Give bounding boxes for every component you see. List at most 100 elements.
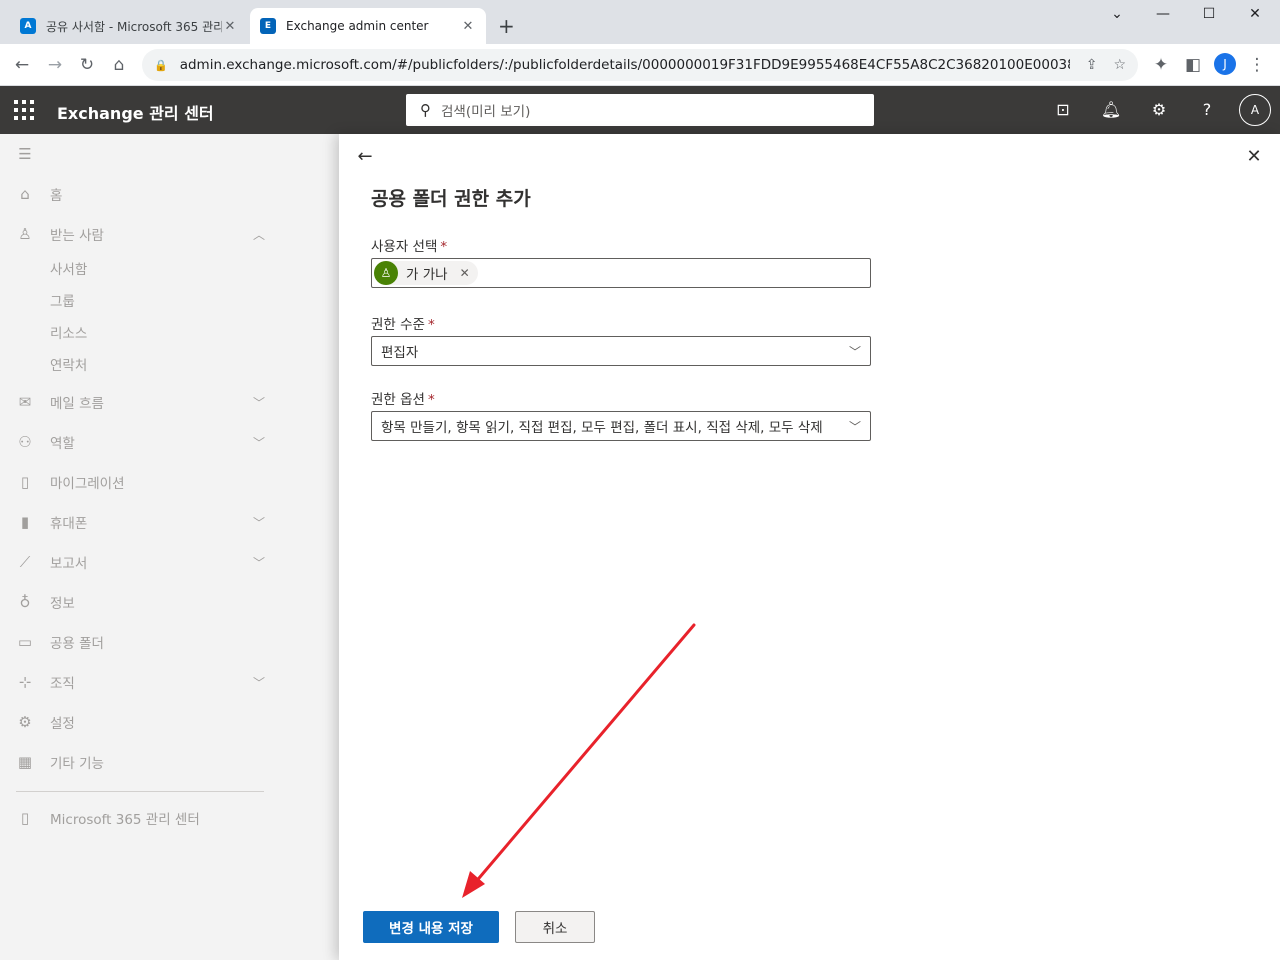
public-folder-icon: ▭ bbox=[17, 633, 33, 651]
app-header: Exchange 관리 센터 ⚲ 검색(미리 보기) ⊡ 🔔︎ ⚙ ? A bbox=[0, 86, 1280, 134]
nav-item-other-features[interactable]: ▦ 기타 기능 bbox=[0, 742, 281, 782]
nav-subitem-resources[interactable]: 리소스 bbox=[50, 318, 87, 350]
nav-item-label: 정보 bbox=[50, 596, 75, 612]
required-marker: * bbox=[427, 317, 435, 333]
close-panel-icon[interactable]: ✕ bbox=[1242, 146, 1266, 170]
back-arrow-icon[interactable]: ← bbox=[353, 146, 377, 170]
nav-item-organization[interactable]: ⊹ 조직 ﹀ bbox=[0, 662, 281, 702]
chevron-down-icon: ﹀ bbox=[252, 555, 265, 570]
maximize-icon[interactable]: ☐ bbox=[1186, 6, 1232, 22]
nav-item-label: 기타 기능 bbox=[50, 756, 104, 772]
tab-title: 공유 사서함 - Microsoft 365 관리 bbox=[46, 19, 222, 34]
help-icon[interactable]: ? bbox=[1195, 98, 1219, 122]
cancel-button[interactable]: 취소 bbox=[515, 911, 595, 943]
selected-user-chip[interactable]: ♙ 가 가나 ✕ bbox=[374, 261, 478, 285]
user-select-label: 사용자 선택 * bbox=[371, 235, 447, 255]
nav-item-recipients[interactable]: ♙ 받는 사람 ︿ bbox=[0, 214, 281, 254]
nav-item-label: 메일 흐름 bbox=[50, 396, 104, 412]
share-icon[interactable]: ⇪ bbox=[1086, 57, 1098, 73]
nav-item-m365-admin-center[interactable]: ▯ Microsoft 365 관리 센터 bbox=[0, 798, 281, 838]
permission-level-dropdown[interactable]: 편집자 ﹀ bbox=[371, 336, 871, 366]
mobile-icon: ▮ bbox=[20, 513, 30, 531]
home-icon[interactable]: ⌂ bbox=[108, 54, 130, 76]
nav-item-settings[interactable]: ⚙ 설정 bbox=[0, 702, 281, 742]
user-picker-input[interactable]: ♙ 가 가나 ✕ bbox=[371, 258, 871, 288]
migration-icon: ▯ bbox=[20, 473, 30, 491]
required-marker: * bbox=[440, 239, 448, 255]
panel-title: 공용 폴더 권한 추가 bbox=[371, 188, 531, 210]
url-text: admin.exchange.microsoft.com/#/publicfol… bbox=[179, 57, 1070, 73]
app-title[interactable]: Exchange 관리 센터 bbox=[57, 100, 214, 124]
nav-item-label: Microsoft 365 관리 센터 bbox=[50, 812, 200, 828]
permission-level-label: 권한 수준 * bbox=[371, 313, 435, 333]
search-input[interactable]: ⚲ 검색(미리 보기) bbox=[406, 94, 874, 126]
permission-options-dropdown[interactable]: 항목 만들기, 항목 읽기, 직접 편집, 모두 편집, 폴더 표시, 직접 삭… bbox=[371, 411, 871, 441]
nav-item-label: 마이그레이션 bbox=[50, 476, 125, 492]
forward-icon[interactable]: → bbox=[44, 54, 66, 76]
cloud-shell-icon[interactable]: ⊡ bbox=[1051, 98, 1075, 122]
browser-tab-bar: A 공유 사서함 - Microsoft 365 관리 ✕ E Exchange… bbox=[0, 0, 1280, 44]
background-page-overlay bbox=[281, 134, 341, 960]
remove-user-icon[interactable]: ✕ bbox=[460, 266, 470, 280]
permission-level-value: 편집자 bbox=[381, 345, 419, 361]
nav-subitem-mailboxes[interactable]: 사서함 bbox=[50, 254, 87, 286]
nav-divider bbox=[16, 791, 264, 792]
nav-subitem-contacts[interactable]: 연락처 bbox=[50, 350, 87, 382]
browser-tab-exchange[interactable]: E Exchange admin center ✕ bbox=[250, 8, 486, 44]
permission-options-label: 권한 옵션 * bbox=[371, 388, 435, 408]
nav-item-mobile[interactable]: ▮ 휴대폰 ﹀ bbox=[0, 502, 281, 542]
bookmark-star-icon[interactable]: ☆ bbox=[1113, 57, 1126, 73]
user-avatar-icon: ♙ bbox=[374, 261, 398, 285]
nav-item-reports[interactable]: ⟋ 보고서 ﹀ bbox=[0, 542, 281, 582]
save-changes-button[interactable]: 변경 내용 저장 bbox=[363, 911, 499, 943]
address-bar[interactable]: 🔒 admin.exchange.microsoft.com/#/publicf… bbox=[142, 49, 1138, 81]
window-close-icon[interactable]: ✕ bbox=[1232, 6, 1278, 22]
close-tab-icon[interactable]: ✕ bbox=[222, 19, 238, 34]
tab-search-icon[interactable]: ⌄ bbox=[1094, 6, 1140, 22]
m365-admin-favicon-icon: A bbox=[20, 18, 36, 34]
permission-level-label-text: 권한 수준 bbox=[371, 317, 425, 333]
browser-tab-shared-mailbox[interactable]: A 공유 사서함 - Microsoft 365 관리 ✕ bbox=[10, 8, 248, 44]
back-icon[interactable]: ← bbox=[11, 54, 33, 76]
nav-item-roles[interactable]: ⚇ 역할 ﹀ bbox=[0, 422, 281, 462]
user-select-label-text: 사용자 선택 bbox=[371, 239, 438, 255]
nav-item-home[interactable]: ⌂ 홈 bbox=[0, 174, 281, 214]
permission-options-label-text: 권한 옵션 bbox=[371, 392, 425, 408]
home-icon: ⌂ bbox=[20, 185, 30, 203]
nav-item-label: 설정 bbox=[50, 716, 75, 732]
chevron-down-icon: ﹀ bbox=[848, 344, 861, 359]
search-icon: ⚲ bbox=[420, 101, 431, 119]
browser-menu-icon[interactable]: ⋮ bbox=[1246, 54, 1268, 76]
browser-profile-avatar[interactable]: J bbox=[1214, 53, 1236, 75]
app-launcher-icon[interactable] bbox=[14, 100, 34, 120]
nav-item-public-folders[interactable]: ▭ 공용 폴더 bbox=[0, 622, 281, 662]
close-tab-icon[interactable]: ✕ bbox=[460, 19, 476, 34]
nav-item-mail-flow[interactable]: ✉ 메일 흐름 ﹀ bbox=[0, 382, 281, 422]
chevron-down-icon: ﹀ bbox=[252, 675, 265, 690]
nav-item-insights[interactable]: ♁ 정보 bbox=[0, 582, 281, 622]
notifications-bell-icon[interactable]: 🔔︎ bbox=[1099, 98, 1123, 122]
search-placeholder: 검색(미리 보기) bbox=[441, 104, 531, 120]
settings-gear-icon[interactable]: ⚙ bbox=[1147, 98, 1171, 122]
new-tab-icon[interactable]: + bbox=[498, 14, 515, 38]
chevron-down-icon: ﹀ bbox=[252, 515, 265, 530]
extensions-icon[interactable]: ✦ bbox=[1150, 54, 1172, 76]
permission-options-value: 항목 만들기, 항목 읽기, 직접 편집, 모두 편집, 폴더 표시, 직접 삭… bbox=[381, 420, 823, 436]
required-marker: * bbox=[427, 392, 435, 408]
nav-collapse-toggle[interactable]: ☰ bbox=[0, 134, 281, 174]
nav-item-migration[interactable]: ▯ 마이그레이션 bbox=[0, 462, 281, 502]
person-icon: ♙ bbox=[18, 225, 32, 243]
nav-item-label: 보고서 bbox=[50, 556, 88, 572]
left-navigation: ☰ ⌂ 홈 ♙ 받는 사람 ︿ 사서함 그룹 리소스 연락처 ✉ 메일 흐름 ﹀ ⚇ 역할 ﹀… bbox=[0, 134, 281, 960]
chevron-up-icon: ︿ bbox=[252, 227, 265, 242]
browser-toolbar: ← → ↻ ⌂ 🔒 admin.exchange.microsoft.com/#… bbox=[0, 44, 1280, 86]
org-icon: ⊹ bbox=[18, 673, 32, 691]
reload-icon[interactable]: ↻ bbox=[76, 54, 98, 76]
account-avatar[interactable]: A bbox=[1239, 94, 1271, 126]
side-panel-icon[interactable]: ◧ bbox=[1182, 54, 1204, 76]
nav-subitem-groups[interactable]: 그룹 bbox=[50, 286, 75, 318]
roles-icon: ⚇ bbox=[18, 433, 32, 451]
mail-icon: ✉ bbox=[18, 393, 32, 411]
minimize-icon[interactable]: — bbox=[1140, 6, 1186, 22]
office-logo-icon: ▯ bbox=[20, 809, 30, 827]
